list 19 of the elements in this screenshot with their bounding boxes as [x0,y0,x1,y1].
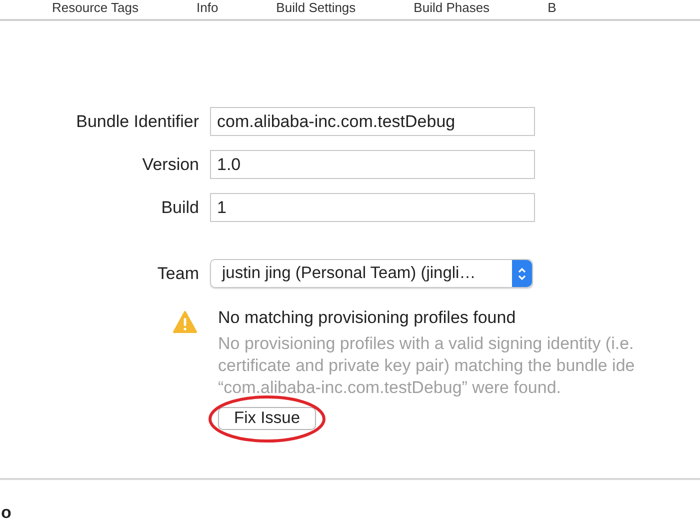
field-label: Bundle Identifier [75,112,200,132]
team-popup[interactable]: justin jing (Personal Team) (jingli… [210,259,533,288]
stepper-icon [512,260,532,287]
tab[interactable]: Info [196,0,218,15]
tab[interactable]: Build Settings [276,0,356,15]
fix-issue-button[interactable]: Fix Issue [218,407,316,430]
warning-title: No matching provisioning profiles found [218,308,517,328]
warning-icon [173,311,197,333]
section-title: o [1,503,12,522]
field-label: Version [141,154,200,174]
input-field[interactable]: 1.0 [210,150,535,179]
tab[interactable]: Build Phases [414,0,490,15]
input-field[interactable]: com.alibaba-inc.com.testDebug [210,107,535,136]
field-label: Team [156,264,200,284]
tab[interactable]: B [548,0,556,15]
tab[interactable]: Resource Tags [52,0,138,15]
input-field[interactable]: 1 [210,193,535,222]
field-label: Build [160,198,200,218]
warning-message: No provisioning profiles with a valid signing identity (i.e. certificate and private key pair) matching the bundle ide “com.alibaba-inc.com.testDebug” were found. [218,333,635,399]
